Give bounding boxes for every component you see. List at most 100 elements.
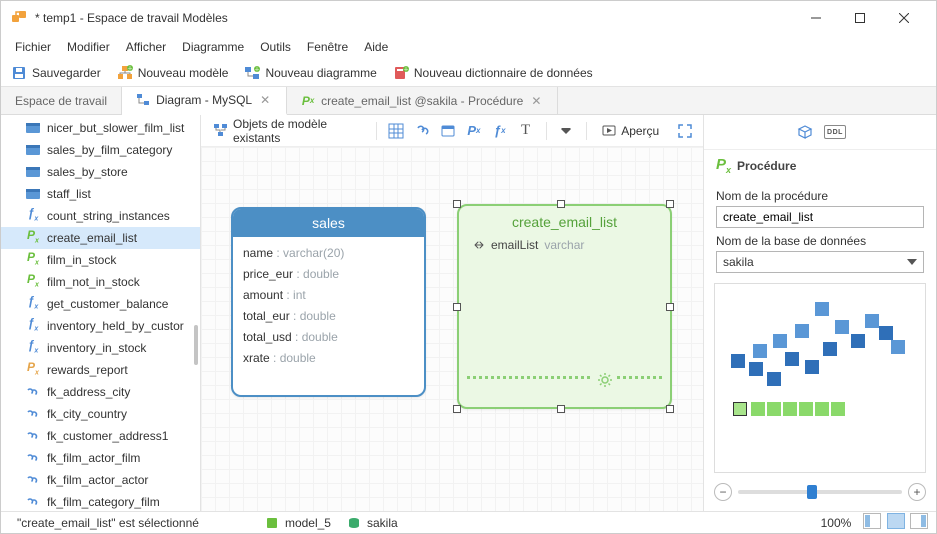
tree-item[interactable]: sales_by_store bbox=[1, 161, 200, 183]
tree-item[interactable]: fk_film_actor_actor bbox=[1, 469, 200, 491]
database-icon bbox=[347, 516, 361, 530]
proc-icon: Px bbox=[25, 230, 41, 246]
zoom-in-button[interactable]: + bbox=[908, 483, 926, 501]
menu-tools[interactable]: Outils bbox=[252, 38, 299, 56]
existing-objects-button[interactable]: Objets de modèle existants bbox=[209, 115, 366, 147]
separator bbox=[546, 122, 547, 140]
resize-handle[interactable] bbox=[557, 405, 565, 413]
preview-button[interactable]: Aperçu bbox=[597, 121, 663, 141]
menu-edit[interactable]: Modifier bbox=[59, 38, 118, 56]
close-button[interactable] bbox=[882, 3, 926, 33]
minimap[interactable] bbox=[714, 283, 926, 473]
close-icon[interactable]: ✕ bbox=[529, 94, 543, 108]
close-icon[interactable]: ✕ bbox=[258, 93, 272, 107]
layout-right-button[interactable] bbox=[910, 513, 928, 529]
status-bar: "create_email_list" est sélectionné mode… bbox=[1, 511, 936, 533]
status-model[interactable]: model_5 bbox=[257, 516, 339, 530]
tree-item[interactable]: sales_by_film_category bbox=[1, 139, 200, 161]
tree-item[interactable]: ƒxget_customer_balance bbox=[1, 293, 200, 315]
tree-item[interactable]: fk_address_city bbox=[1, 381, 200, 403]
tree-item[interactable]: Pxfilm_not_in_stock bbox=[1, 271, 200, 293]
resize-handle[interactable] bbox=[557, 200, 565, 208]
tree-item[interactable]: staff_list bbox=[1, 183, 200, 205]
tab-diagram[interactable]: Diagram - MySQL ✕ bbox=[122, 87, 287, 115]
tree-item[interactable]: ƒxcount_string_instances bbox=[1, 205, 200, 227]
fullscreen-button[interactable] bbox=[675, 120, 695, 142]
resize-handle[interactable] bbox=[666, 303, 674, 311]
database-value: sakila bbox=[723, 255, 754, 269]
name-label: Nom de la procédure bbox=[716, 189, 924, 203]
menu-file[interactable]: Fichier bbox=[7, 38, 59, 56]
more-button[interactable] bbox=[556, 120, 576, 142]
zoom-out-button[interactable]: − bbox=[714, 483, 732, 501]
entity-procedure-create-email-list[interactable]: create_email_list emailList varchar bbox=[457, 204, 672, 409]
add-function-button[interactable]: ƒx bbox=[490, 120, 510, 142]
view-3d-button[interactable] bbox=[794, 121, 816, 143]
tree-item[interactable]: fk_film_actor_film bbox=[1, 447, 200, 469]
add-view-button[interactable] bbox=[438, 120, 458, 142]
status-selection: "create_email_list" est sélectionné bbox=[9, 516, 207, 530]
resize-handle[interactable] bbox=[453, 405, 461, 413]
resize-handle[interactable] bbox=[453, 303, 461, 311]
status-database[interactable]: sakila bbox=[339, 516, 406, 530]
tree-item-label: inventory_in_stock bbox=[47, 339, 146, 357]
database-select[interactable]: sakila bbox=[716, 251, 924, 273]
tree-item[interactable]: Pxfilm_in_stock bbox=[1, 249, 200, 271]
new-dictionary-label: Nouveau dictionnaire de données bbox=[414, 66, 593, 80]
zoom-knob[interactable] bbox=[807, 485, 817, 499]
tree-item[interactable]: Pxcreate_email_list bbox=[1, 227, 200, 249]
proc-orange-icon: Px bbox=[25, 362, 41, 378]
new-dictionary-button[interactable]: ＋ Nouveau dictionnaire de données bbox=[389, 63, 597, 83]
save-button[interactable]: Sauvegarder bbox=[7, 63, 105, 83]
resize-handle[interactable] bbox=[666, 405, 674, 413]
tree-item[interactable]: ƒxinventory_in_stock bbox=[1, 337, 200, 359]
resize-handle[interactable] bbox=[666, 200, 674, 208]
menu-view[interactable]: Afficher bbox=[118, 38, 174, 56]
menu-diagram[interactable]: Diagramme bbox=[174, 38, 252, 56]
diagram-toolbar: Objets de modèle existants Px ƒx T Aperç… bbox=[201, 115, 703, 147]
procedure-name-input[interactable] bbox=[716, 206, 924, 228]
add-table-button[interactable] bbox=[386, 120, 406, 142]
new-diagram-button[interactable]: ＋ Nouveau diagramme bbox=[240, 63, 380, 83]
tree-item-label: nicer_but_slower_film_list bbox=[47, 119, 184, 137]
tree-item-label: fk_address_city bbox=[47, 383, 130, 401]
tab-procedure[interactable]: Px create_email_list @sakila - Procédure… bbox=[287, 87, 558, 114]
scrollbar-thumb[interactable] bbox=[194, 325, 198, 365]
tree-item[interactable]: fk_customer_address1 bbox=[1, 425, 200, 447]
entity-table-sales[interactable]: sales name : varchar(20)price_eur : doub… bbox=[231, 207, 426, 397]
layout-toggle[interactable] bbox=[861, 513, 928, 532]
layout-center-button[interactable] bbox=[887, 513, 905, 529]
save-icon bbox=[11, 65, 27, 81]
tree-item-label: fk_film_actor_actor bbox=[47, 471, 148, 489]
tree-item-label: sales_by_film_category bbox=[47, 141, 172, 159]
tree-item-label: fk_city_country bbox=[47, 405, 127, 423]
resize-handle[interactable] bbox=[453, 200, 461, 208]
tab-workspace[interactable]: Espace de travail bbox=[1, 87, 122, 114]
new-model-button[interactable]: ＋ Nouveau modèle bbox=[113, 63, 233, 83]
menu-window[interactable]: Fenêtre bbox=[299, 38, 356, 56]
maximize-button[interactable] bbox=[838, 3, 882, 33]
add-text-button[interactable]: T bbox=[516, 120, 536, 142]
status-model-text: model_5 bbox=[285, 516, 331, 530]
chevron-down-icon bbox=[907, 257, 917, 267]
tree-item[interactable]: Pxrewards_report bbox=[1, 359, 200, 381]
add-procedure-button[interactable]: Px bbox=[464, 120, 484, 142]
menu-help[interactable]: Aide bbox=[356, 38, 396, 56]
tree-item[interactable]: fk_film_category_film bbox=[1, 491, 200, 511]
new-model-label: Nouveau modèle bbox=[138, 66, 229, 80]
minimap-viewport[interactable] bbox=[733, 402, 747, 416]
minimap-node bbox=[891, 340, 905, 354]
layout-left-button[interactable] bbox=[863, 513, 881, 529]
zoom-slider[interactable] bbox=[738, 490, 902, 494]
view-ddl-button[interactable]: DDL bbox=[824, 125, 846, 139]
object-tree[interactable]: nicer_but_slower_film_list sales_by_film_… bbox=[1, 115, 201, 511]
tree-item[interactable]: fk_city_country bbox=[1, 403, 200, 425]
diagram-canvas[interactable]: sales name : varchar(20)price_eur : doub… bbox=[201, 147, 703, 511]
func-icon: ƒx bbox=[25, 208, 41, 224]
minimize-button[interactable] bbox=[794, 3, 838, 33]
add-relation-button[interactable] bbox=[412, 120, 432, 142]
column-row: name : varchar(20) bbox=[243, 243, 414, 264]
tree-item[interactable]: ƒxinventory_held_by_custor bbox=[1, 315, 200, 337]
diagram-icon: ＋ bbox=[244, 65, 260, 81]
tree-item[interactable]: nicer_but_slower_film_list bbox=[1, 117, 200, 139]
